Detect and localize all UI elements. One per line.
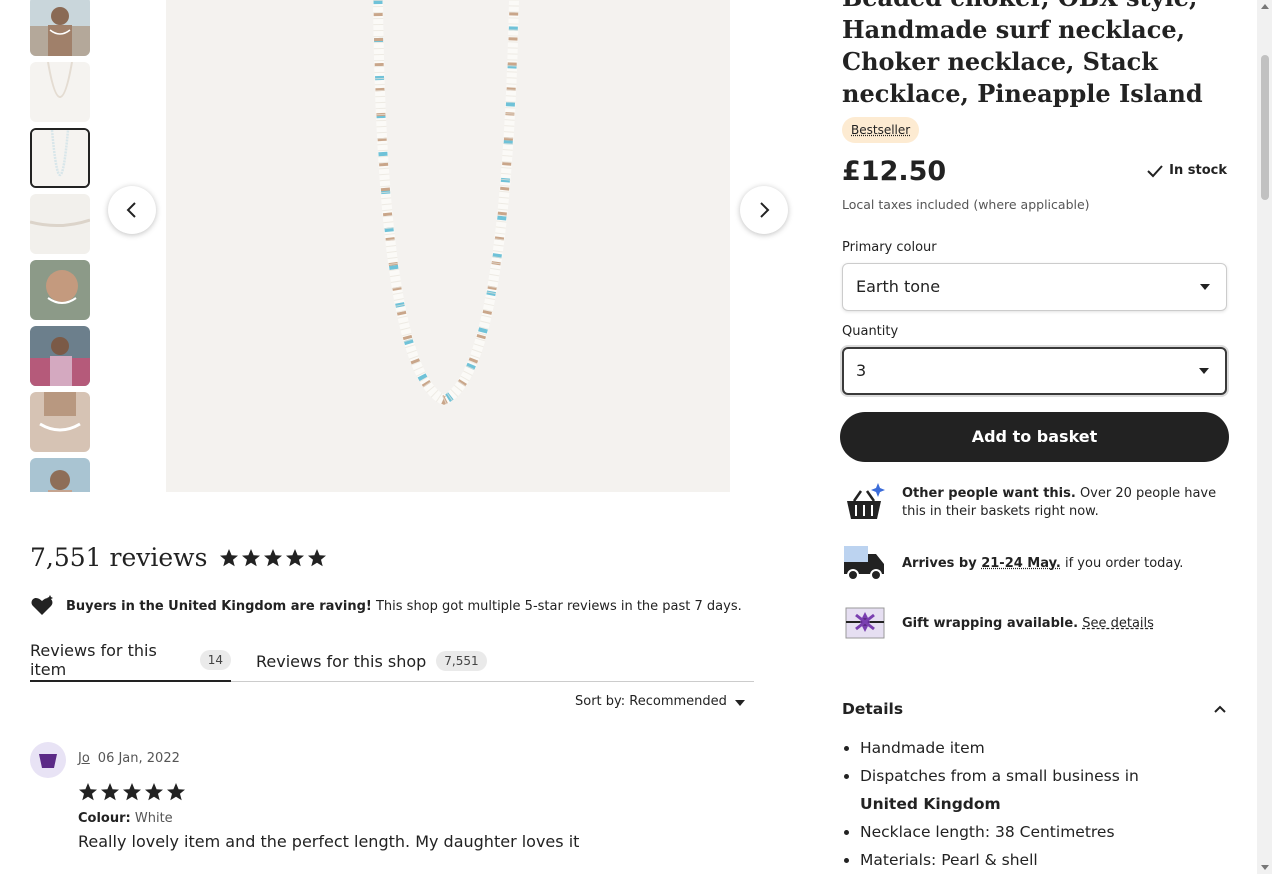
chevron-left-icon [126, 202, 136, 218]
quantity-label: Quantity [842, 324, 899, 339]
primary-colour-select[interactable]: Earth tone [842, 263, 1227, 311]
demand-info: Other people want this. Over 20 people h… [842, 481, 1232, 525]
arrives-suffix: if you order today. [1060, 556, 1184, 571]
primary-colour-value: Earth tone [856, 277, 941, 296]
price: £12.50 [842, 156, 947, 187]
star-icon [79, 783, 97, 801]
detail-item: Handmade item [860, 734, 1200, 762]
tab-reviews-item[interactable]: Reviews for this item 14 [30, 640, 231, 682]
thumbnail-6[interactable] [30, 326, 90, 386]
checkmark-icon [1147, 164, 1163, 177]
raving-text: This shop got multiple 5-star reviews in… [371, 598, 742, 614]
tab-count-badge: 7,551 [436, 651, 487, 671]
sort-label: Sort by: Recommended [575, 694, 727, 709]
scroll-up-arrow-icon[interactable] [1261, 4, 1269, 9]
detail-item: Materials: Pearl & shell [860, 846, 1200, 874]
gift-wrap-info: Gift wrapping available. See details [842, 602, 1232, 646]
detail-item: Necklace length: 38 Centimetres [860, 818, 1200, 846]
primary-colour-label: Primary colour [842, 240, 937, 255]
tab-reviews-shop[interactable]: Reviews for this shop 7,551 [256, 640, 487, 682]
previous-image-button[interactable] [108, 186, 156, 234]
variant-label: Colour: [78, 811, 131, 826]
thumbnail-1[interactable] [30, 0, 90, 56]
details-heading: Details [842, 700, 904, 718]
star-icon [264, 548, 283, 566]
review-meta: Jo 06 Jan, 2022 [78, 751, 180, 766]
star-icon [145, 783, 163, 801]
delivery-info: Arrives by 21-24 May. if you order today… [842, 542, 1232, 586]
add-to-basket-button[interactable]: Add to basket [840, 412, 1229, 462]
review-tabs: Reviews for this item 14 Reviews for thi… [30, 640, 754, 682]
caret-down-icon [1199, 368, 1209, 374]
scroll-down-arrow-icon[interactable] [1261, 865, 1269, 870]
tab-count-badge: 14 [199, 650, 231, 670]
star-icon [167, 783, 185, 801]
sort-dropdown[interactable]: Sort by: Recommended [575, 694, 745, 709]
heart-sparkle-icon [31, 595, 53, 615]
thumbnail-strip [30, 0, 90, 492]
page-scrollbar[interactable] [1257, 0, 1272, 874]
star-icon [220, 548, 239, 566]
star-icon [101, 783, 119, 801]
rating-stars [219, 548, 327, 568]
star-icon [123, 783, 141, 801]
thumbnail-3-selected[interactable] [30, 128, 90, 188]
reviews-summary: 7,551 reviews [30, 543, 327, 572]
listing-title: Beaded choker, OBX style, Handmade surf … [842, 0, 1203, 108]
review-date: 06 Jan, 2022 [97, 751, 180, 766]
chevron-up-icon [1214, 705, 1226, 713]
next-image-button[interactable] [740, 186, 788, 234]
caret-down-icon [734, 699, 745, 706]
quantity-select[interactable]: 3 [842, 347, 1227, 395]
review-text: Really lovely item and the perfect lengt… [78, 832, 580, 851]
stock-status: In stock [1147, 163, 1227, 178]
raving-banner: Buyers in the United Kingdom are raving!… [30, 594, 742, 618]
review-variant: Colour: White [78, 811, 173, 826]
taxes-note: Local taxes included (where applicable) [842, 197, 1090, 212]
bucket-avatar-icon [39, 754, 57, 768]
caret-down-icon [1200, 284, 1210, 290]
gift-see-details-link[interactable]: See details [1082, 616, 1154, 631]
review-rating-stars [78, 782, 186, 802]
main-product-image [166, 0, 730, 492]
detail-item-text: Dispatches from a small business in [860, 767, 1139, 785]
thumbnail-7[interactable] [30, 392, 90, 452]
bestseller-badge[interactable]: Bestseller [842, 117, 920, 143]
avatar [30, 742, 66, 778]
quantity-value: 3 [856, 361, 867, 380]
gift-icon [842, 602, 886, 646]
stock-label: In stock [1169, 163, 1227, 178]
raving-bold: Buyers in the United Kingdom are raving! [66, 598, 372, 614]
variant-value: White [134, 811, 173, 826]
details-toggle[interactable]: Details [842, 700, 1227, 718]
star-icon [308, 548, 327, 566]
tab-label: Reviews for this shop [256, 651, 427, 671]
detail-item: Dispatches from a small business in Unit… [860, 762, 1200, 818]
details-list: Handmade item Dispatches from a small bu… [860, 734, 1200, 874]
chevron-right-icon [760, 202, 770, 218]
reviews-count: 7,551 reviews [30, 543, 208, 572]
delivery-truck-icon [842, 542, 886, 586]
scrollbar-thumb[interactable] [1261, 55, 1269, 200]
thumbnail-5[interactable] [30, 260, 90, 320]
demand-bold: Other people want this. [902, 486, 1076, 501]
basket-sparkle-icon [842, 481, 886, 525]
thumbnail-2[interactable] [30, 62, 90, 122]
detail-item-bold: United Kingdom [860, 795, 1001, 813]
arrives-prefix: Arrives by [902, 556, 982, 571]
star-icon [242, 548, 261, 566]
reviewer-name[interactable]: Jo [78, 751, 90, 766]
thumbnail-4[interactable] [30, 194, 90, 254]
thumbnail-8[interactable] [30, 458, 90, 492]
tab-label: Reviews for this item [30, 641, 157, 679]
gift-bold: Gift wrapping available. [902, 616, 1079, 631]
star-icon [286, 548, 305, 566]
arrival-date[interactable]: 21-24 May. [981, 556, 1061, 571]
